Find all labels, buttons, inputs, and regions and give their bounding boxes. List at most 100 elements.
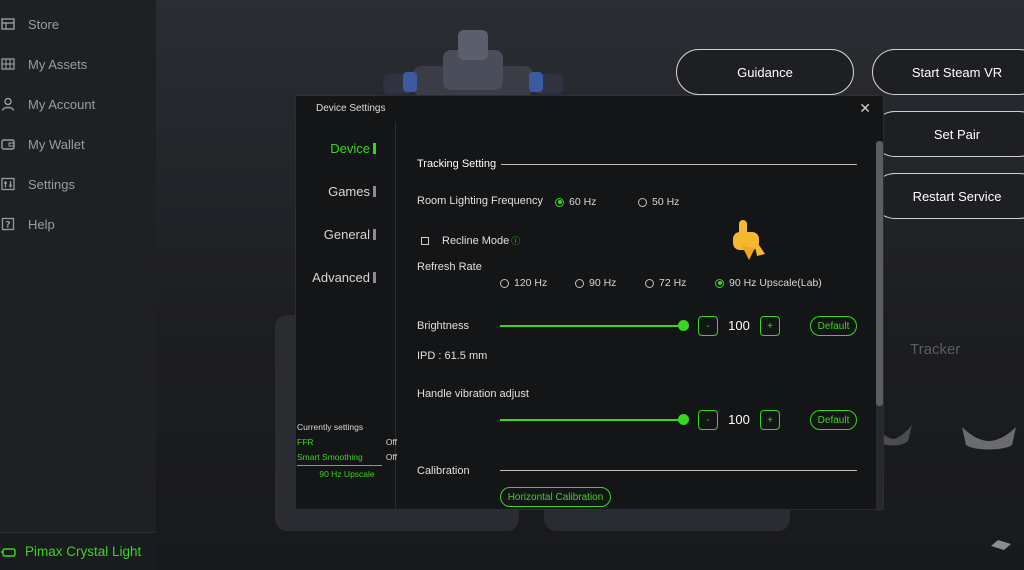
vibration-value: 100 xyxy=(728,412,750,427)
grid-icon xyxy=(1,57,15,71)
set-pair-label: Set Pair xyxy=(933,126,981,142)
sidebar-item-label: Help xyxy=(28,216,55,232)
info-icon[interactable]: ⓘ xyxy=(511,234,520,247)
svg-text:?: ? xyxy=(5,221,10,231)
sidebar-item-my-assets[interactable]: My Assets xyxy=(0,52,156,76)
vibration-slider-thumb[interactable] xyxy=(678,414,689,425)
radio-label: 90 Hz xyxy=(589,277,617,289)
sidebar-item-store[interactable]: Store xyxy=(0,12,156,36)
tab-indicator xyxy=(373,143,376,154)
sidebar-item-label: My Assets xyxy=(28,56,88,72)
pointing-hand-icon xyxy=(733,220,765,260)
tab-games[interactable]: Games xyxy=(296,184,376,199)
section-line xyxy=(500,470,857,471)
restart-service-label: Restart Service xyxy=(912,188,1002,204)
sidebar-item-label: My Wallet xyxy=(28,136,85,152)
tab-device[interactable]: Device xyxy=(296,141,376,156)
smart-smoothing-value: Off xyxy=(385,452,397,462)
current-settings-summary: Currently settings FFR Off Smart Smoothi… xyxy=(297,422,397,479)
tab-indicator xyxy=(373,186,376,197)
tab-advanced[interactable]: Advanced xyxy=(296,270,376,285)
sidebar-item-my-wallet[interactable]: My Wallet xyxy=(0,132,156,156)
sidebar-item-help[interactable]: ? Help xyxy=(0,212,156,236)
device-settings-dialog: Device Settings ✕ Device Games General A… xyxy=(295,95,884,511)
brightness-plus-button[interactable]: + xyxy=(760,316,780,336)
tab-label: General xyxy=(323,227,370,242)
brightness-value: 100 xyxy=(728,318,750,333)
help-icon: ? xyxy=(1,217,15,231)
handle-vibration-label: Handle vibration adjust xyxy=(417,388,529,400)
recline-mode-checkbox[interactable]: Recline Mode ⓘ xyxy=(421,234,520,247)
brightness-slider-thumb[interactable] xyxy=(678,320,689,331)
tab-label: Games xyxy=(328,184,370,199)
sidebar-item-my-account[interactable]: My Account xyxy=(0,92,156,116)
radio-dot xyxy=(555,197,564,207)
radio-label: 90 Hz Upscale(Lab) xyxy=(729,277,822,289)
radio-label: 120 Hz xyxy=(514,277,548,289)
sidebar: Store My Assets My Account My Wallet Set… xyxy=(0,0,156,570)
person-icon xyxy=(1,97,15,111)
radio-50hz[interactable]: 50 Hz xyxy=(638,196,679,208)
sidebar-item-label: My Account xyxy=(28,96,96,112)
sidebar-item-settings[interactable]: Settings xyxy=(0,172,156,196)
scrollbar-thumb[interactable] xyxy=(876,141,883,406)
radio-label: 50 Hz xyxy=(652,196,680,208)
radio-60hz[interactable]: 60 Hz xyxy=(555,196,596,208)
checkbox-box xyxy=(421,236,429,245)
sidebar-item-label: Store xyxy=(28,16,60,32)
start-steam-vr-button[interactable]: Start Steam VR xyxy=(872,49,1024,95)
vibration-default-button[interactable]: Default xyxy=(810,410,857,430)
ffr-name: FFR xyxy=(297,437,314,447)
set-pair-button[interactable]: Set Pair xyxy=(872,111,1024,157)
tracker-label: Tracker xyxy=(910,341,961,358)
close-icon[interactable]: ✕ xyxy=(859,100,871,117)
wallet-icon xyxy=(1,137,15,151)
sidebar-item-label: Settings xyxy=(28,176,75,192)
horizontal-calibration-label: Horizontal Calibration xyxy=(507,491,604,503)
device-name: Pimax Crystal Light xyxy=(25,544,142,559)
brightness-default-button[interactable]: Default xyxy=(810,316,857,336)
brightness-minus-button[interactable]: - xyxy=(698,316,718,336)
guidance-button[interactable]: Guidance xyxy=(676,49,854,95)
tab-general[interactable]: General xyxy=(296,227,376,242)
smart-smoothing-name: Smart Smoothing xyxy=(297,452,363,462)
radio-90hz-upscale[interactable]: 90 Hz Upscale(Lab) xyxy=(715,277,822,289)
headset-image xyxy=(383,30,563,96)
recline-mode-label: Recline Mode xyxy=(442,234,510,247)
default-label: Default xyxy=(817,320,850,332)
summary-divider xyxy=(297,465,382,466)
default-label: Default xyxy=(817,414,850,426)
radio-label: 60 Hz xyxy=(569,196,597,208)
refresh-rate-label: Refresh Rate xyxy=(417,261,482,273)
store-icon xyxy=(1,17,15,31)
radio-72hz[interactable]: 72 Hz xyxy=(645,277,686,289)
radio-label: 72 Hz xyxy=(659,277,687,289)
room-lighting-label: Room Lighting Frequency xyxy=(417,195,543,207)
vibration-slider-track[interactable] xyxy=(500,419,684,421)
sliders-icon xyxy=(1,177,15,191)
current-mode: 90 Hz Upscale xyxy=(319,469,375,479)
restart-service-button[interactable]: Restart Service xyxy=(872,173,1024,219)
dialog-title: Device Settings xyxy=(316,103,386,114)
controller-right-icon xyxy=(962,427,1016,450)
section-line xyxy=(501,164,857,165)
guidance-label: Guidance xyxy=(737,64,793,80)
device-selector[interactable]: Pimax Crystal Light xyxy=(0,532,156,570)
start-steam-vr-label: Start Steam VR xyxy=(911,64,1003,80)
radio-dot xyxy=(500,278,509,288)
tracking-setting-heading: Tracking Setting xyxy=(417,158,497,170)
tab-indicator xyxy=(373,229,376,240)
radio-90hz[interactable]: 90 Hz xyxy=(575,277,616,289)
vibration-plus-button[interactable]: + xyxy=(760,410,780,430)
radio-dot xyxy=(645,278,654,288)
brightness-slider-track[interactable] xyxy=(500,325,684,327)
calibration-heading: Calibration xyxy=(417,465,470,477)
radio-120hz[interactable]: 120 Hz xyxy=(500,277,547,289)
current-settings-title: Currently settings xyxy=(297,422,364,432)
vibration-minus-button[interactable]: - xyxy=(698,410,718,430)
radio-dot xyxy=(715,278,724,288)
headset-icon xyxy=(1,545,17,559)
tab-label: Device xyxy=(330,141,370,156)
tab-label: Advanced xyxy=(312,270,370,285)
horizontal-calibration-button[interactable]: Horizontal Calibration xyxy=(500,487,611,507)
